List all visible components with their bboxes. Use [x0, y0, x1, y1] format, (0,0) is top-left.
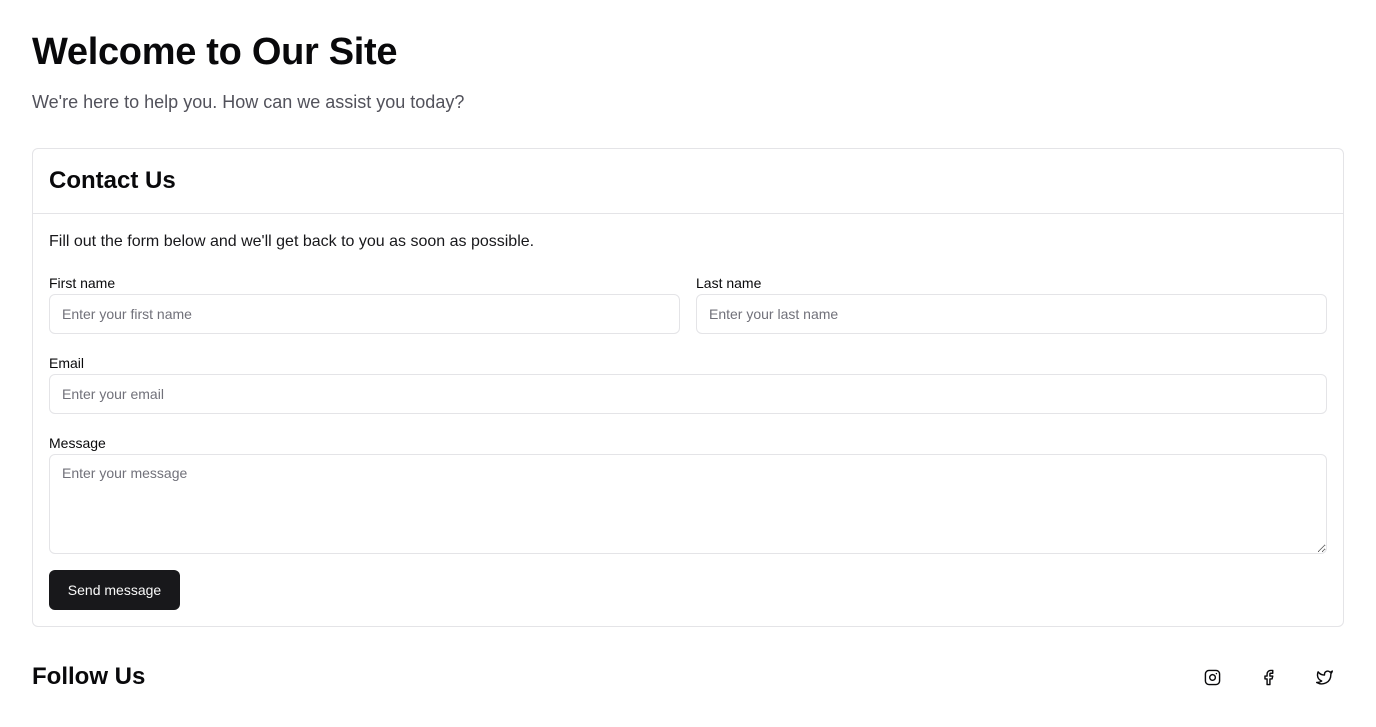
contact-card-header: Contact Us [33, 149, 1343, 214]
first-name-label: First name [49, 275, 116, 291]
send-message-button[interactable]: Send message [49, 570, 180, 610]
contact-description: Fill out the form below and we'll get ba… [49, 233, 535, 250]
facebook-icon [1263, 669, 1273, 685]
email-label: Email [49, 355, 85, 371]
twitter-icon [1315, 669, 1333, 685]
facebook-link[interactable] [1256, 665, 1280, 689]
first-name-input[interactable] [49, 294, 680, 334]
page-title: Welcome to Our Site [32, 31, 398, 73]
follow-us-title: Follow Us [32, 663, 146, 690]
twitter-link[interactable] [1312, 665, 1336, 689]
instagram-icon [1204, 669, 1220, 685]
contact-card: Contact Us Fill out the form below and w… [32, 148, 1344, 627]
page-subtitle: We're here to help you. How can we assis… [32, 92, 465, 112]
message-label: Message [49, 435, 106, 451]
contact-title: Contact Us [49, 167, 176, 194]
email-input[interactable] [49, 374, 1327, 414]
instagram-link[interactable] [1200, 665, 1224, 689]
last-name-input[interactable] [696, 294, 1327, 334]
last-name-label: Last name [696, 275, 762, 291]
message-textarea[interactable] [49, 454, 1327, 554]
